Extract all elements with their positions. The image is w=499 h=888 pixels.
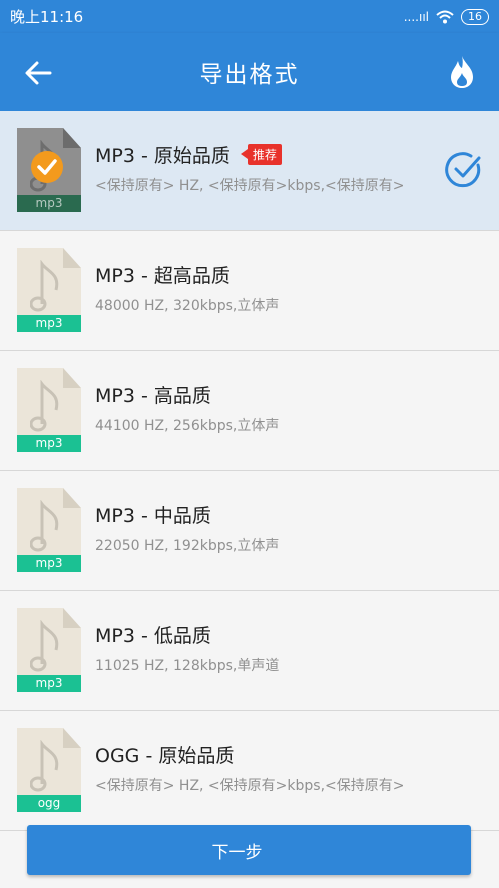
format-name: OGG - 原始品质	[95, 745, 235, 767]
file-ext-tag: mp3	[17, 675, 81, 692]
format-name: MP3 - 高品质	[95, 385, 211, 407]
music-file-icon: mp3	[17, 488, 81, 572]
format-item-mp3-high[interactable]: mp3 MP3 - 高品质 44100 HZ, 256kbps,立体声	[0, 351, 499, 471]
file-ext-tag: ogg	[17, 795, 81, 812]
file-ext-tag: mp3	[17, 195, 81, 212]
format-name: MP3 - 中品质	[95, 505, 211, 527]
file-ext-tag: mp3	[17, 555, 81, 572]
format-desc: 44100 HZ, 256kbps,立体声	[95, 418, 280, 434]
format-name-row: MP3 - 原始品质 推荐	[95, 141, 429, 168]
music-file-icon: mp3	[17, 608, 81, 692]
format-item-mp3-ultra[interactable]: mp3 MP3 - 超高品质 48000 HZ, 320kbps,立体声	[0, 231, 499, 351]
status-bar: 晚上11:16 ....ııl 16	[0, 0, 499, 33]
format-item-mp3-low[interactable]: mp3 MP3 - 低品质 11025 HZ, 128kbps,单声道	[0, 591, 499, 711]
format-desc: 11025 HZ, 128kbps,单声道	[95, 658, 280, 674]
flame-icon[interactable]	[449, 55, 475, 89]
format-info: MP3 - 超高品质 48000 HZ, 320kbps,立体声	[95, 261, 429, 315]
app-bar: 导出格式	[0, 33, 499, 111]
format-info: MP3 - 低品质 11025 HZ, 128kbps,单声道	[95, 621, 429, 675]
format-desc: 22050 HZ, 192kbps,立体声	[95, 538, 280, 554]
file-ext-tag: mp3	[17, 315, 81, 332]
format-name: MP3 - 低品质	[95, 625, 211, 647]
recommend-badge: 推荐	[240, 144, 282, 165]
battery-icon: 16	[461, 8, 489, 25]
check-circle-icon	[445, 152, 481, 188]
file-ext-tag: mp3	[17, 435, 81, 452]
next-step-button[interactable]: 下一步	[27, 825, 471, 875]
status-indicators: ....ııl 16	[403, 8, 489, 25]
next-step-label: 下一步	[211, 842, 263, 863]
format-name: MP3 - 原始品质	[95, 145, 230, 167]
music-file-icon: mp3	[17, 248, 81, 332]
format-desc: 48000 HZ, 320kbps,立体声	[95, 298, 280, 314]
music-file-icon: mp3	[17, 128, 81, 212]
format-item-mp3-original[interactable]: mp3 MP3 - 原始品质 推荐 <保持原有> HZ, <保持原有>kbps,…	[0, 111, 499, 231]
format-item-mp3-medium[interactable]: mp3 MP3 - 中品质 22050 HZ, 192kbps,立体声	[0, 471, 499, 591]
music-file-icon: ogg	[17, 728, 81, 812]
wifi-icon	[436, 10, 454, 23]
format-name: MP3 - 超高品质	[95, 265, 230, 287]
music-file-icon: mp3	[17, 368, 81, 452]
format-desc: <保持原有> HZ, <保持原有>kbps,<保持原有>	[95, 778, 405, 794]
signal-icon: ....ııl	[403, 9, 429, 24]
back-arrow-icon[interactable]	[22, 57, 54, 89]
format-info: OGG - 原始品质 <保持原有> HZ, <保持原有>kbps,<保持原有>	[95, 741, 429, 795]
format-desc: <保持原有> HZ, <保持原有>kbps,<保持原有>	[95, 178, 405, 194]
format-list: mp3 MP3 - 原始品质 推荐 <保持原有> HZ, <保持原有>kbps,…	[0, 111, 499, 831]
format-info: MP3 - 原始品质 推荐 <保持原有> HZ, <保持原有>kbps,<保持原…	[95, 141, 429, 195]
format-item-ogg-original[interactable]: ogg OGG - 原始品质 <保持原有> HZ, <保持原有>kbps,<保持…	[0, 711, 499, 831]
format-info: MP3 - 中品质 22050 HZ, 192kbps,立体声	[95, 501, 429, 555]
check-badge-icon	[31, 151, 63, 183]
format-info: MP3 - 高品质 44100 HZ, 256kbps,立体声	[95, 381, 429, 435]
page-title: 导出格式	[199, 62, 300, 88]
status-time: 晚上11:16	[10, 8, 84, 26]
